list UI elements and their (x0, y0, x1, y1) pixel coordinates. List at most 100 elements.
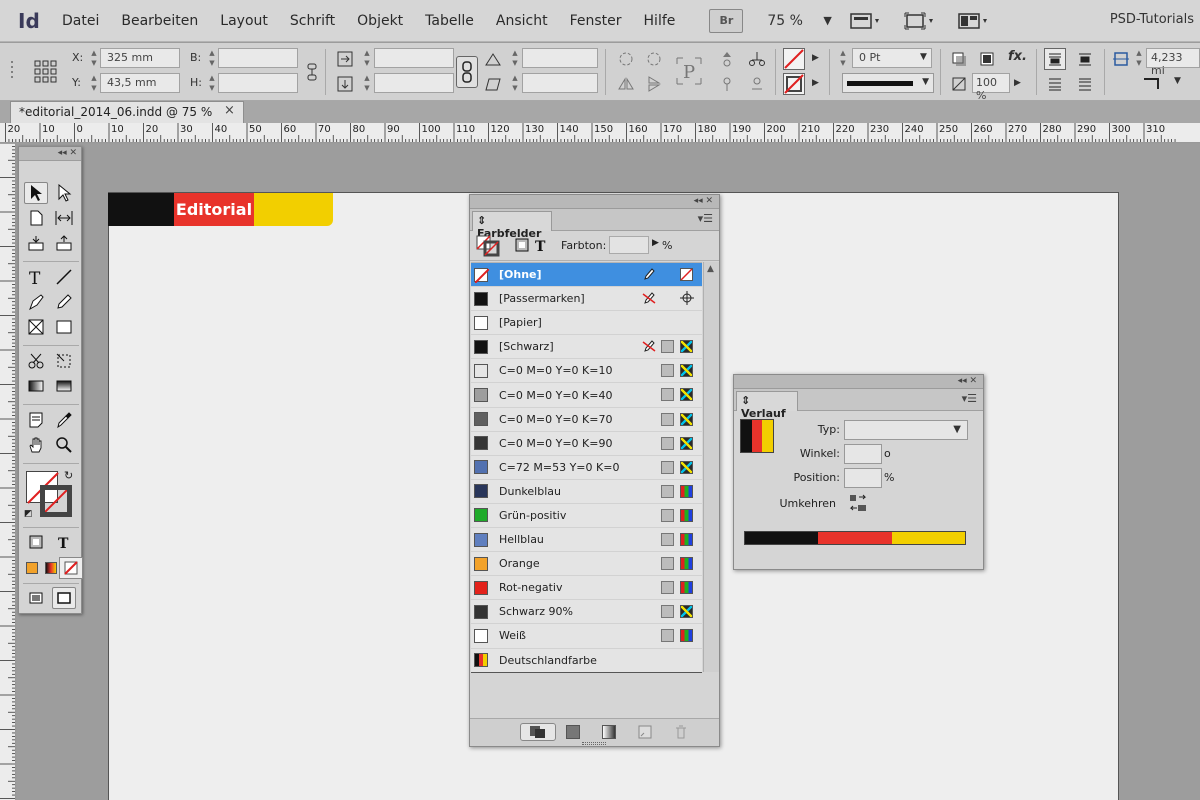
gradient-panel-menu-icon[interactable]: ▾☰ (962, 392, 977, 405)
swatch-row[interactable]: [Ohne] (471, 263, 702, 288)
tint-field[interactable] (609, 236, 649, 254)
shear-spinner[interactable]: ▲ ▼ (510, 73, 520, 93)
inner-shadow-icon[interactable] (976, 48, 998, 70)
tools-panel-header[interactable]: ◂◂ ✕ (19, 147, 81, 161)
grip-icon[interactable] (8, 60, 16, 82)
scale-x-spinner[interactable]: ▲ ▼ (362, 48, 372, 68)
stroke-proxy[interactable] (40, 485, 72, 517)
rotate-field[interactable] (522, 48, 598, 68)
y-spinner[interactable]: ▲ ▼ (89, 73, 99, 93)
scale-x-field[interactable] (374, 48, 454, 68)
link-scale-button[interactable] (456, 56, 478, 88)
pen-tool[interactable] (24, 291, 48, 313)
gap-field[interactable]: 4,233 mi (1146, 48, 1200, 77)
tint-slider-icon[interactable]: ▶ (652, 238, 659, 248)
resize-grip-icon[interactable] (582, 742, 606, 745)
note-tool[interactable] (24, 409, 48, 431)
menu-schrift[interactable]: Schrift (290, 13, 335, 29)
page-tool[interactable] (24, 207, 48, 229)
menu-hilfe[interactable]: Hilfe (644, 13, 676, 29)
gradient-feather-tool[interactable] (52, 375, 76, 397)
rectangle-frame-tool[interactable] (24, 316, 48, 338)
position-field[interactable] (844, 468, 882, 488)
w-field[interactable] (218, 48, 298, 68)
arrange-documents-button[interactable] (954, 9, 994, 33)
x-field[interactable]: 325 mm (100, 48, 180, 68)
swatch-row[interactable]: C=0 M=0 Y=0 K=70 (471, 408, 702, 432)
select-container-icon[interactable] (716, 48, 738, 70)
stroke-weight-dropdown-icon[interactable]: ▼ (920, 52, 927, 62)
swatch-row[interactable]: Deutschlandfarbe (471, 649, 702, 673)
swatch-row[interactable]: Weiß (471, 624, 702, 649)
text-wrap-none-icon[interactable] (1044, 48, 1066, 70)
fill-none-swatch[interactable] (783, 48, 805, 70)
bridge-button[interactable]: Br (709, 8, 744, 33)
scale-y-spinner[interactable]: ▲ ▼ (362, 73, 372, 93)
reverse-gradient-button[interactable] (848, 493, 870, 515)
menu-layout[interactable]: Layout (220, 13, 268, 29)
document-tab[interactable]: *editorial_2014_06.indd @ 75 % (10, 101, 244, 123)
formatting-container-button[interactable] (24, 531, 48, 553)
show-all-swatches-button[interactable] (520, 723, 556, 741)
show-gradient-swatches-icon[interactable] (602, 725, 616, 739)
normal-view-button[interactable] (24, 587, 48, 609)
text-wrap-shape-icon[interactable] (1044, 73, 1066, 95)
selection-tool[interactable] (24, 182, 48, 204)
swatch-list-scrollbar[interactable]: ▲ (703, 262, 719, 672)
flip-horizontal-icon[interactable] (615, 73, 637, 95)
stroke-type-dropdown[interactable]: ▼ (842, 73, 934, 93)
swatches-panel-menu-icon[interactable]: ▾☰ (698, 212, 713, 225)
rectangle-tool[interactable] (52, 316, 76, 338)
menu-ansicht[interactable]: Ansicht (496, 13, 548, 29)
swatch-row[interactable]: Rot-negativ (471, 576, 702, 601)
close-document-icon[interactable]: × (224, 103, 235, 118)
stroke-none-swatch[interactable] (783, 73, 805, 95)
formatting-text-button[interactable]: T (52, 531, 76, 553)
zoom-tool[interactable] (52, 434, 76, 456)
new-swatch-icon[interactable] (638, 725, 652, 739)
swatches-tab[interactable]: ⇕ Farbfelder (472, 211, 552, 240)
type-tool[interactable]: T (24, 266, 48, 288)
select-content-icon[interactable] (746, 48, 768, 70)
direct-selection-tool[interactable] (52, 182, 76, 204)
preview-view-button[interactable] (52, 587, 76, 609)
menu-tabelle[interactable]: Tabelle (425, 13, 474, 29)
stroke-weight-spinner[interactable]: ▲ ▼ (838, 48, 848, 68)
fill-menu-icon[interactable]: ▶ (812, 53, 819, 63)
gradient-swatch-tool[interactable] (24, 375, 48, 397)
swatch-row[interactable]: C=0 M=0 Y=0 K=90 (471, 432, 702, 456)
swatch-row[interactable]: Orange (471, 552, 702, 577)
text-wrap-jump-icon[interactable] (1074, 73, 1096, 95)
hand-tool[interactable] (24, 434, 48, 456)
rotate-cw-icon[interactable] (615, 48, 637, 70)
show-color-swatches-icon[interactable] (566, 725, 580, 739)
select-previous-icon[interactable] (716, 73, 738, 95)
rotate-ccw-icon[interactable] (643, 48, 665, 70)
scissors-tool[interactable] (24, 350, 48, 372)
gradient-type-dropdown[interactable]: ▼ (844, 420, 968, 440)
view-options-button[interactable] (846, 9, 886, 33)
screen-mode-button[interactable] (900, 9, 940, 33)
menu-objekt[interactable]: Objekt (357, 13, 403, 29)
x-spinner[interactable]: ▲ ▼ (89, 48, 99, 68)
swatch-list[interactable]: [Ohne] [Passermarken] [Papier] [Schwarz] C=0… (471, 262, 702, 673)
zoom-level[interactable]: 75 % (767, 13, 823, 29)
pencil-tool[interactable] (52, 291, 76, 313)
swap-fill-stroke-icon[interactable]: ↻ (64, 469, 73, 482)
swatch-row[interactable]: C=0 M=0 Y=0 K=40 (471, 383, 702, 408)
swatches-titlebar[interactable]: ◂◂ ✕ (470, 195, 719, 209)
drop-shadow-icon[interactable] (948, 48, 970, 70)
gradient-tab[interactable]: ⇕ Verlauf (736, 391, 798, 420)
select-next-icon[interactable] (746, 73, 768, 95)
text-format-button[interactable]: T (533, 236, 549, 255)
angle-field[interactable] (844, 444, 882, 464)
swatch-row[interactable]: [Passermarken] (471, 287, 702, 312)
gap-spinner[interactable]: ▲ ▼ (1134, 48, 1144, 68)
content-placer-tool[interactable] (52, 232, 76, 254)
swatch-row[interactable]: C=0 M=0 Y=0 K=10 (471, 359, 702, 384)
swatch-row[interactable]: C=72 M=53 Y=0 K=0 (471, 456, 702, 480)
gradient-ramp[interactable] (744, 531, 966, 545)
gap-tool[interactable] (52, 207, 76, 229)
reference-point-icon[interactable] (32, 58, 58, 84)
h-field[interactable] (218, 73, 298, 93)
